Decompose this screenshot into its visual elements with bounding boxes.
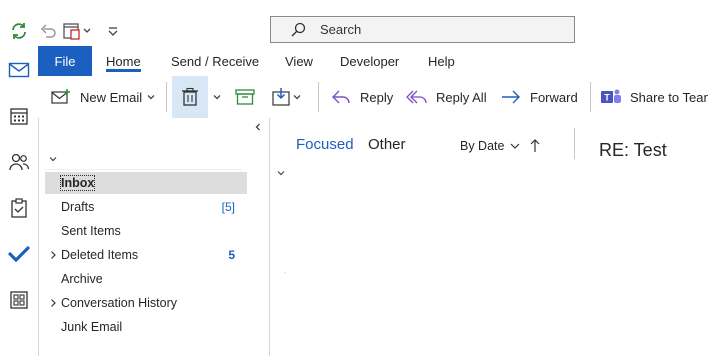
- sort-by-button[interactable]: By Date: [460, 139, 521, 153]
- folder-item-archive[interactable]: Archive: [45, 268, 247, 290]
- share-to-teams-button[interactable]: T Share to Teams: [600, 76, 708, 118]
- tab-home[interactable]: Home: [106, 46, 141, 76]
- folder-expander: [45, 172, 61, 194]
- reply-label: Reply: [360, 89, 394, 105]
- mail-icon[interactable]: [3, 54, 35, 86]
- search-input[interactable]: [320, 22, 520, 37]
- folder-item-deleted-items[interactable]: Deleted Items 5: [45, 244, 247, 266]
- ribbon-tabs: File Home Send / Receive View Developer …: [38, 46, 708, 76]
- pane-divider[interactable]: [574, 128, 575, 159]
- reply-all-button[interactable]: Reply All: [406, 76, 487, 118]
- tasks-icon[interactable]: [3, 192, 35, 224]
- apps-icon[interactable]: [3, 284, 35, 316]
- sync-icon[interactable]: [8, 20, 30, 42]
- account-row[interactable]: [45, 148, 242, 170]
- chevron-down-icon: [511, 143, 520, 149]
- archive-button[interactable]: [234, 76, 256, 118]
- reply-all-icon: [406, 86, 428, 108]
- move-button[interactable]: [270, 76, 302, 118]
- ribbon-separator: [166, 82, 167, 112]
- folder-count: 5: [228, 248, 235, 262]
- new-email-icon: [50, 86, 72, 108]
- delete-icon: [182, 87, 198, 106]
- chevron-down-icon: [213, 95, 221, 100]
- delete-all-icon[interactable]: [62, 20, 96, 42]
- undo-icon[interactable]: [38, 20, 58, 42]
- collapse-folder-pane-icon[interactable]: [251, 120, 265, 134]
- folder-item-junk-email[interactable]: Junk Email: [45, 316, 247, 338]
- reading-pane: RE: Test: [576, 118, 708, 356]
- share-to-teams-label: Share to Teams: [630, 89, 708, 105]
- todo-icon[interactable]: [3, 238, 35, 270]
- tab-focused[interactable]: Focused: [296, 136, 354, 153]
- folder-count: [5]: [221, 200, 235, 214]
- search-icon: [290, 21, 308, 39]
- delete-dropdown[interactable]: [212, 76, 222, 118]
- move-icon: [270, 86, 292, 108]
- folder-expander: [45, 268, 61, 290]
- chevron-down-icon[interactable]: [276, 168, 286, 178]
- chevron-right-icon[interactable]: [45, 244, 61, 266]
- folder-label: Deleted Items: [61, 248, 139, 262]
- folder-label: Junk Email: [61, 320, 123, 334]
- customize-qat-icon[interactable]: [106, 20, 120, 42]
- chevron-down-icon: [293, 95, 301, 100]
- folder-label: Drafts: [61, 200, 95, 214]
- archive-icon: [234, 86, 256, 108]
- ribbon: New Email Reply Reply All Forward T Shar…: [38, 76, 708, 118]
- tab-help[interactable]: Help: [428, 46, 455, 76]
- tab-view[interactable]: View: [285, 46, 313, 76]
- reply-button[interactable]: Reply: [330, 76, 393, 118]
- chevron-right-icon[interactable]: [45, 292, 61, 314]
- divider: [284, 272, 286, 273]
- new-email-label: New Email: [80, 89, 143, 105]
- forward-button[interactable]: Forward: [500, 76, 578, 118]
- folder-pane: Inbox Drafts [5] Sent Items Deleted Item…: [38, 118, 270, 356]
- delete-button[interactable]: [172, 76, 208, 118]
- tab-send-receive[interactable]: Send / Receive: [171, 46, 259, 76]
- message-list: Focused Other By Date: [270, 118, 576, 356]
- folder-item-inbox[interactable]: Inbox: [45, 172, 247, 194]
- sort-by-label: By Date: [460, 139, 505, 153]
- ribbon-separator: [590, 82, 591, 112]
- folder-label: Conversation History: [61, 296, 178, 310]
- folder-label: Inbox: [59, 175, 96, 191]
- folder-label: Sent Items: [61, 224, 121, 238]
- sort-direction-icon[interactable]: [528, 137, 542, 155]
- folder-item-conversation-history[interactable]: Conversation History: [45, 292, 247, 314]
- forward-icon: [500, 86, 522, 108]
- chevron-down-icon: [147, 95, 155, 100]
- chevron-down-icon[interactable]: [48, 154, 58, 164]
- tab-file[interactable]: File: [38, 46, 92, 76]
- new-email-button[interactable]: New Email: [50, 76, 142, 118]
- message-subject: RE: Test: [599, 140, 667, 160]
- search-box[interactable]: [270, 16, 575, 43]
- title-bar: [0, 0, 708, 46]
- folder-expander: [45, 220, 61, 242]
- reply-all-label: Reply All: [436, 89, 487, 105]
- new-email-dropdown[interactable]: [146, 76, 156, 118]
- app-bar: [0, 46, 38, 356]
- ribbon-separator: [318, 82, 319, 112]
- tab-developer[interactable]: Developer: [340, 46, 399, 76]
- folder-expander: [45, 196, 61, 218]
- folder-expander: [45, 316, 61, 338]
- reply-icon: [330, 86, 352, 108]
- folder-item-sent-items[interactable]: Sent Items: [45, 220, 247, 242]
- folder-item-drafts[interactable]: Drafts [5]: [45, 196, 247, 218]
- calendar-icon[interactable]: [3, 100, 35, 132]
- forward-label: Forward: [530, 89, 578, 105]
- folder-label: Archive: [61, 272, 103, 286]
- tab-other[interactable]: Other: [368, 136, 406, 153]
- teams-icon: T: [600, 86, 622, 108]
- people-icon[interactable]: [3, 146, 35, 178]
- svg-text:T: T: [604, 93, 610, 103]
